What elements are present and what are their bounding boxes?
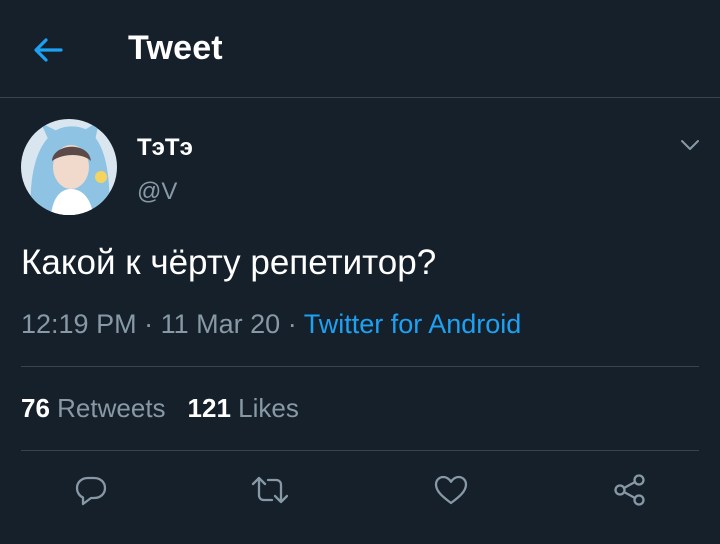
page-title: Tweet: [128, 29, 223, 67]
tweet-detail-screen: Tweet ТэТэ @V Какой к чёрту репетитор? 1…: [0, 0, 720, 544]
profile-photo: [21, 119, 117, 215]
back-button[interactable]: [28, 32, 68, 68]
share-icon: [614, 474, 645, 506]
tweet-meta: 12:19 PM · 11 Mar 20 · Twitter for Andro…: [21, 309, 521, 340]
retweets-stat[interactable]: 76 Retweets: [21, 393, 166, 423]
tweet-time: 12:19 PM: [21, 309, 137, 339]
divider: [21, 450, 699, 451]
avatar[interactable]: [21, 119, 117, 215]
chevron-down-icon: [681, 140, 699, 150]
tweet-text: Какой к чёрту репетитор?: [21, 243, 437, 282]
likes-stat[interactable]: 121 Likes: [188, 393, 299, 423]
engagement-stats: 76 Retweets 121 Likes: [21, 393, 299, 424]
retweets-count: 76: [21, 393, 50, 423]
divider: [21, 366, 699, 367]
share-button[interactable]: [610, 470, 650, 510]
top-app-bar: Tweet: [0, 0, 720, 98]
reply-button[interactable]: [71, 470, 111, 510]
retweet-icon: [251, 476, 289, 504]
reply-icon: [75, 476, 107, 506]
more-options-button[interactable]: [676, 131, 704, 159]
likes-label: Likes: [238, 393, 299, 423]
user-handle[interactable]: @V: [137, 178, 177, 206]
tweet-source-link[interactable]: Twitter for Android: [304, 309, 522, 339]
like-button[interactable]: [431, 470, 471, 510]
likes-count: 121: [187, 393, 231, 423]
meta-separator: ·: [287, 309, 297, 339]
display-name[interactable]: ТэТэ: [137, 134, 193, 162]
tweet-date: 11 Mar 20: [160, 309, 281, 339]
retweets-label: Retweets: [57, 393, 166, 423]
meta-separator: ·: [144, 309, 154, 339]
like-icon: [434, 475, 468, 505]
retweet-button[interactable]: [250, 470, 290, 510]
arrow-left-icon: [34, 38, 63, 62]
